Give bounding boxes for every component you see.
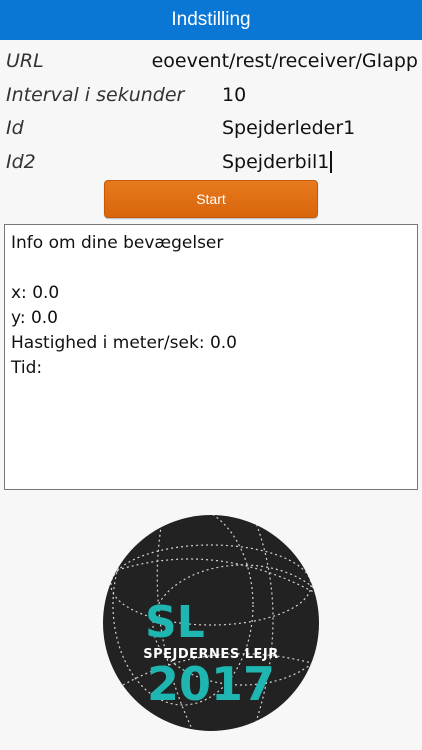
page-title: Indstilling bbox=[171, 9, 251, 30]
interval-input-value: 10 bbox=[222, 84, 247, 106]
logo-sl: SL bbox=[145, 597, 205, 648]
url-row: URL eoevent/rest/receiver/GIapp bbox=[0, 44, 422, 78]
url-input-value: eoevent/rest/receiver/GIapp bbox=[152, 50, 418, 72]
info-heading: Info om dine bevægelser bbox=[11, 233, 224, 253]
info-panel: Info om dine bevægelser x: 0.0 y: 0.0 Ha… bbox=[4, 224, 418, 490]
interval-row: Interval i sekunder 10 bbox=[0, 78, 422, 112]
id-input[interactable]: Spejderleder1 bbox=[222, 114, 418, 142]
info-y: y: 0.0 bbox=[11, 308, 58, 328]
start-button[interactable]: Start bbox=[104, 180, 318, 218]
id2-input-value: Spejderbil1 bbox=[222, 151, 330, 173]
interval-input[interactable]: 10 bbox=[222, 81, 418, 109]
id-input-value: Spejderleder1 bbox=[222, 117, 356, 139]
logo-graphic: SL SPEJDERNES LEJR 2017 bbox=[103, 515, 319, 731]
url-label: URL bbox=[6, 50, 44, 72]
url-input[interactable]: eoevent/rest/receiver/GIapp bbox=[152, 47, 418, 75]
logo-year: 2017 bbox=[147, 657, 275, 711]
text-cursor bbox=[330, 151, 332, 173]
id2-label: Id2 bbox=[6, 151, 36, 173]
info-x: x: 0.0 bbox=[11, 283, 60, 303]
id2-row: Id2 Spejderbil1 bbox=[0, 145, 422, 179]
title-bar: Indstilling bbox=[0, 0, 422, 40]
interval-label: Interval i sekunder bbox=[6, 84, 185, 106]
id-label: Id bbox=[6, 117, 24, 139]
id-row: Id Spejderleder1 bbox=[0, 111, 422, 145]
spejdernes-lejr-logo: SL SPEJDERNES LEJR 2017 bbox=[103, 515, 319, 731]
info-speed: Hastighed i meter/sek: 0.0 bbox=[11, 333, 237, 353]
id2-input[interactable]: Spejderbil1 bbox=[222, 148, 418, 176]
info-time: Tid: bbox=[11, 358, 43, 378]
